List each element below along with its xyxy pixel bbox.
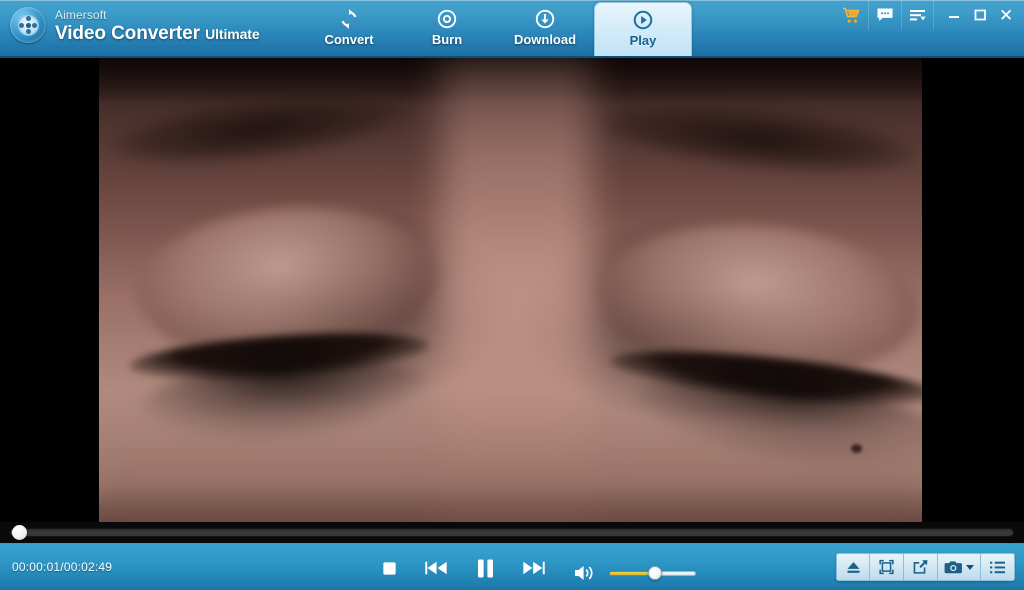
playlist-button[interactable] xyxy=(981,553,1015,581)
chevron-down-icon xyxy=(966,564,974,570)
volume-control xyxy=(570,558,696,588)
minimize-icon xyxy=(949,16,959,18)
fullscreen-button[interactable] xyxy=(870,553,904,581)
feedback-chat-button[interactable] xyxy=(868,0,901,30)
window-controls xyxy=(933,0,1018,30)
shopping-cart-icon xyxy=(843,7,860,23)
brand-product-name: Video Converter Ultimate xyxy=(55,24,260,43)
transport-controls xyxy=(374,552,548,584)
seek-track[interactable] xyxy=(10,528,1014,537)
pause-button[interactable] xyxy=(470,553,500,583)
main-navigation-tabs: Convert Burn Download Play xyxy=(300,0,692,56)
player-control-bar: 00:00:01/00:02:49 xyxy=(0,543,1024,590)
brand-product-edition: Ultimate xyxy=(205,25,260,42)
rewind-icon xyxy=(425,561,447,575)
eject-icon xyxy=(847,561,859,573)
play-circle-icon xyxy=(633,10,653,30)
next-button[interactable] xyxy=(518,553,548,583)
tab-play[interactable]: Play xyxy=(594,2,692,56)
video-display[interactable] xyxy=(99,58,922,522)
video-content-cheeks xyxy=(99,418,922,522)
tab-burn-label: Burn xyxy=(431,31,463,47)
brand-company-name: Aimersoft xyxy=(55,7,107,22)
tab-burn[interactable]: Burn xyxy=(398,0,496,56)
close-icon xyxy=(1001,9,1011,20)
tab-convert[interactable]: Convert xyxy=(300,0,398,56)
tab-download[interactable]: Download xyxy=(496,0,594,56)
tab-download-label: Download xyxy=(513,31,577,47)
video-converter-logo-icon xyxy=(10,7,46,43)
pause-icon xyxy=(477,559,493,577)
brand-logo: Aimersoft Video Converter Ultimate xyxy=(10,7,260,43)
volume-handle[interactable] xyxy=(648,566,662,580)
seek-bar[interactable] xyxy=(0,522,1024,543)
shopping-cart-button[interactable] xyxy=(835,0,868,30)
application-window: Aimersoft Video Converter Ultimate Conve… xyxy=(0,0,1024,590)
camera-icon xyxy=(944,560,962,573)
menu-button[interactable] xyxy=(901,0,934,30)
video-content-mole xyxy=(851,444,862,453)
tab-convert-label: Convert xyxy=(324,31,374,47)
volume-button[interactable] xyxy=(570,558,600,588)
video-content-brow-right xyxy=(596,93,922,185)
previous-button[interactable] xyxy=(422,553,452,583)
maximize-icon xyxy=(974,9,986,21)
tab-play-label: Play xyxy=(629,33,657,48)
maximize-button[interactable] xyxy=(968,4,992,26)
video-stage: Convert to… Burn to DVD xyxy=(0,58,1024,522)
seek-handle[interactable] xyxy=(12,525,27,540)
share-icon xyxy=(913,560,928,574)
header-tools xyxy=(835,0,934,30)
stop-icon xyxy=(382,561,396,575)
menu-icon xyxy=(910,9,926,20)
minimize-button[interactable] xyxy=(942,4,966,26)
burn-disc-icon xyxy=(437,9,457,28)
snapshot-button[interactable] xyxy=(938,553,981,581)
convert-icon xyxy=(341,8,357,29)
fullscreen-icon xyxy=(879,559,894,575)
stop-button[interactable] xyxy=(374,553,404,583)
time-display: 00:00:01/00:02:49 xyxy=(12,560,113,574)
feedback-chat-icon xyxy=(877,8,893,21)
volume-slider[interactable] xyxy=(609,566,696,580)
title-bar: Aimersoft Video Converter Ultimate Conve… xyxy=(0,0,1024,58)
close-button[interactable] xyxy=(994,4,1018,26)
speaker-icon xyxy=(575,566,593,580)
download-icon xyxy=(535,9,555,28)
eject-button[interactable] xyxy=(836,553,870,581)
brand-product-main: Video Converter xyxy=(55,22,200,44)
forward-icon xyxy=(523,561,545,575)
player-tools xyxy=(836,553,1015,581)
share-button[interactable] xyxy=(904,553,938,581)
playlist-icon xyxy=(990,561,1005,573)
